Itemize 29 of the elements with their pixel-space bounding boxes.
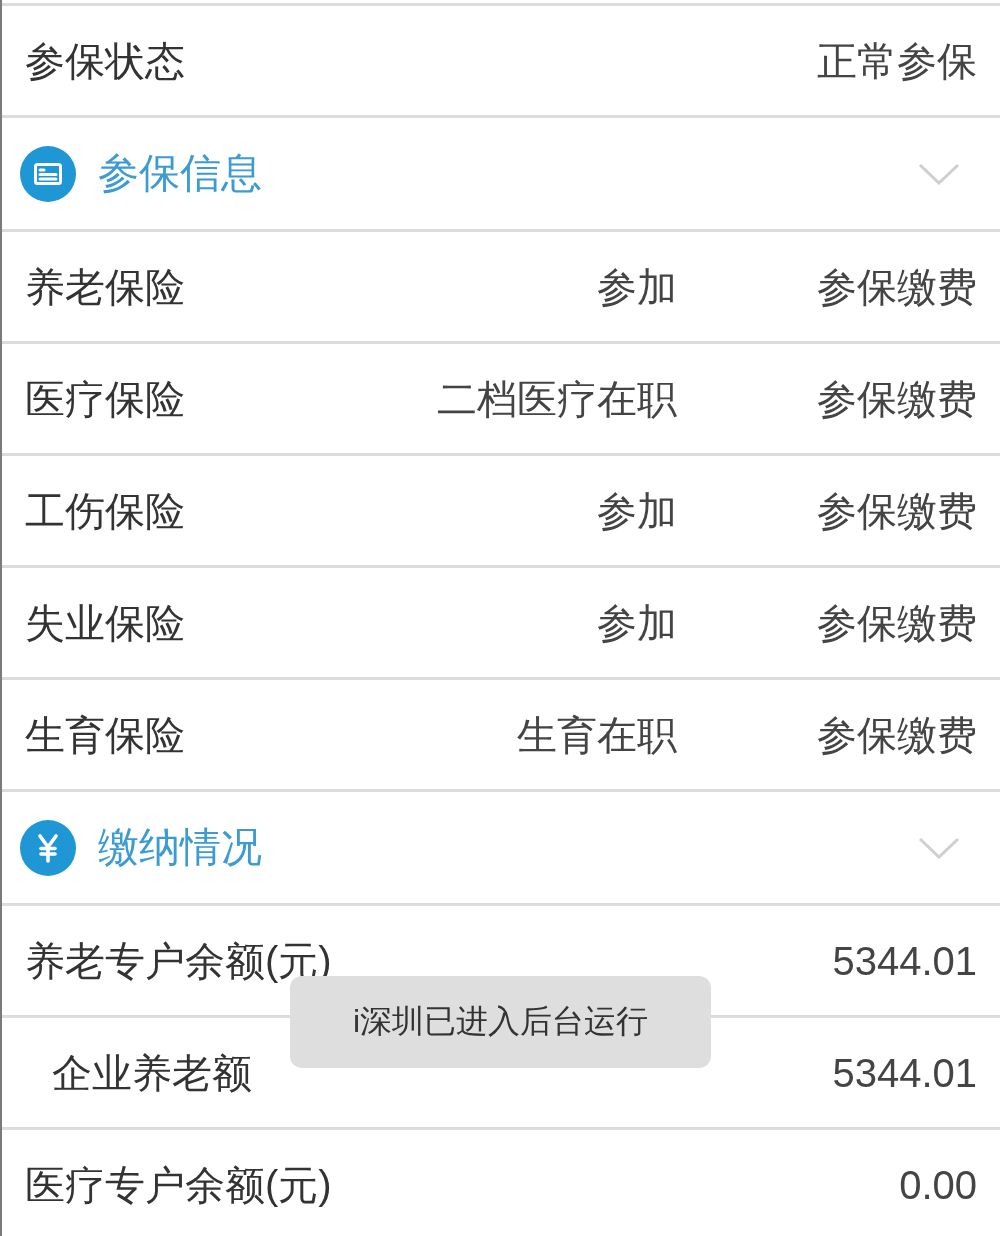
section-title: 缴纳情况 <box>98 827 263 868</box>
insurance-status: 参加 <box>597 266 677 307</box>
insurance-name: 医疗保险 <box>25 378 186 419</box>
status-value: 正常参保 <box>817 40 977 81</box>
payment-status: 参保缴费 <box>817 378 977 419</box>
toast-message: i深圳已进入后台运行 <box>290 976 711 1068</box>
insurance-name: 失业保险 <box>25 602 186 643</box>
insurance-status: 参加 <box>597 602 677 643</box>
chevron-icon[interactable] <box>918 836 960 859</box>
section-title: 参保信息 <box>98 153 263 194</box>
payment-status: 参保缴费 <box>817 266 977 307</box>
payment-status: 参保缴费 <box>817 602 977 643</box>
balance-label: 企业养老额 <box>52 1052 252 1093</box>
insurance-status: 参加 <box>597 490 677 531</box>
insurance-name: 生育保险 <box>25 714 186 755</box>
insurance-name: 工伤保险 <box>25 490 186 531</box>
insurance-status: 生育在职 <box>517 714 677 755</box>
card-icon <box>20 145 76 202</box>
balance-amount: 0.00 <box>899 1164 977 1205</box>
insurance-name: 养老保险 <box>25 266 186 307</box>
payment-status: 参保缴费 <box>817 490 977 531</box>
yen-icon <box>20 819 76 876</box>
payment-status: 参保缴费 <box>817 714 977 755</box>
balance-amount: 5344.01 <box>832 940 977 981</box>
balance-amount: 5344.01 <box>832 1052 977 1093</box>
balance-label: 医疗专户余额(元) <box>25 1164 332 1205</box>
chevron-icon[interactable] <box>918 162 960 185</box>
insurance-status: 二档医疗在职 <box>437 378 677 419</box>
status-label: 参保状态 <box>25 40 185 81</box>
